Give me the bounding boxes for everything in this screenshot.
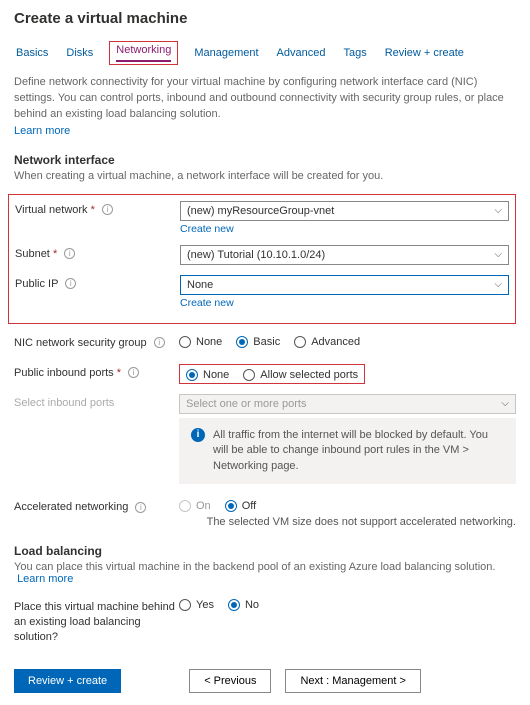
public-ip-label: Public IP i	[15, 275, 180, 290]
highlight-box-networking-tab: Networking	[109, 41, 178, 65]
page-title: Create a virtual machine	[14, 10, 516, 27]
info-icon[interactable]: i	[64, 248, 75, 259]
tab-disks[interactable]: Disks	[64, 41, 95, 65]
tab-basics[interactable]: Basics	[14, 41, 50, 65]
tab-tags[interactable]: Tags	[341, 41, 368, 65]
inbound-ports-label: Public inbound ports * i	[14, 364, 179, 379]
lb-radio-no[interactable]: No	[228, 599, 259, 611]
vnet-create-new-link[interactable]: Create new	[180, 223, 509, 235]
tab-management[interactable]: Management	[192, 41, 260, 65]
chevron-down-icon: ⌵	[494, 205, 502, 216]
tabs: Basics Disks Networking Management Advan…	[14, 41, 516, 65]
info-icon[interactable]: i	[154, 337, 165, 348]
accel-radio-off[interactable]: Off	[225, 500, 256, 512]
tab-review[interactable]: Review + create	[383, 41, 466, 65]
subnet-label: Subnet * i	[15, 245, 180, 260]
intro-text: Define network connectivity for your vir…	[14, 75, 516, 123]
section-network-interface-sub: When creating a virtual machine, a netwo…	[14, 170, 516, 182]
vnet-label: Virtual network * i	[15, 201, 180, 216]
previous-button[interactable]: < Previous	[189, 669, 271, 693]
review-create-button[interactable]: Review + create	[14, 669, 121, 693]
subnet-select[interactable]: (new) Tutorial (10.10.1.0/24) ⌵	[180, 245, 509, 265]
section-load-balancing: Load balancing	[14, 544, 516, 558]
info-icon[interactable]: i	[102, 204, 113, 215]
lb-question-label: Place this virtual machine behind an exi…	[14, 597, 179, 645]
chevron-down-icon: ⌵	[494, 279, 502, 290]
select-ports-select: Select one or more ports ⌵	[179, 394, 516, 414]
accel-note: The selected VM size does not support ac…	[179, 516, 516, 528]
accel-net-label: Accelerated networking i	[14, 498, 179, 513]
chevron-down-icon: ⌵	[501, 398, 509, 409]
footer: Review + create < Previous Next : Manage…	[14, 669, 516, 693]
chevron-down-icon: ⌵	[494, 249, 502, 260]
info-panel: i All traffic from the internet will be …	[179, 418, 516, 484]
lb-learn-more-link[interactable]: Learn more	[17, 573, 73, 585]
accel-radio-on: On	[179, 500, 211, 512]
public-ip-select[interactable]: None ⌵	[180, 275, 509, 295]
highlight-box-network-fields: Virtual network * i (new) myResourceGrou…	[8, 194, 516, 324]
nsg-radio-advanced[interactable]: Advanced	[294, 336, 360, 348]
section-network-interface: Network interface	[14, 153, 516, 167]
tab-networking[interactable]: Networking	[116, 42, 171, 62]
inbound-radio-none[interactable]: None	[186, 369, 229, 381]
nsg-radio-none[interactable]: None	[179, 336, 222, 348]
nsg-radio-basic[interactable]: Basic	[236, 336, 280, 348]
vnet-select[interactable]: (new) myResourceGroup-vnet ⌵	[180, 201, 509, 221]
info-icon[interactable]: i	[65, 278, 76, 289]
highlight-box-inbound-ports: None Allow selected ports	[179, 364, 365, 384]
tab-advanced[interactable]: Advanced	[275, 41, 328, 65]
inbound-radio-allow[interactable]: Allow selected ports	[243, 369, 358, 381]
lb-radio-yes[interactable]: Yes	[179, 599, 214, 611]
select-ports-label: Select inbound ports	[14, 394, 179, 409]
next-button[interactable]: Next : Management >	[285, 669, 420, 693]
info-icon[interactable]: i	[128, 367, 139, 378]
learn-more-link[interactable]: Learn more	[14, 125, 516, 137]
info-icon[interactable]: i	[135, 502, 146, 513]
nsg-radio-group: None Basic Advanced	[179, 336, 516, 348]
info-icon: i	[191, 428, 205, 442]
public-ip-create-new-link[interactable]: Create new	[180, 297, 509, 309]
nsg-label: NIC network security group i	[14, 334, 179, 349]
section-load-balancing-sub: You can place this virtual machine in th…	[14, 561, 516, 585]
